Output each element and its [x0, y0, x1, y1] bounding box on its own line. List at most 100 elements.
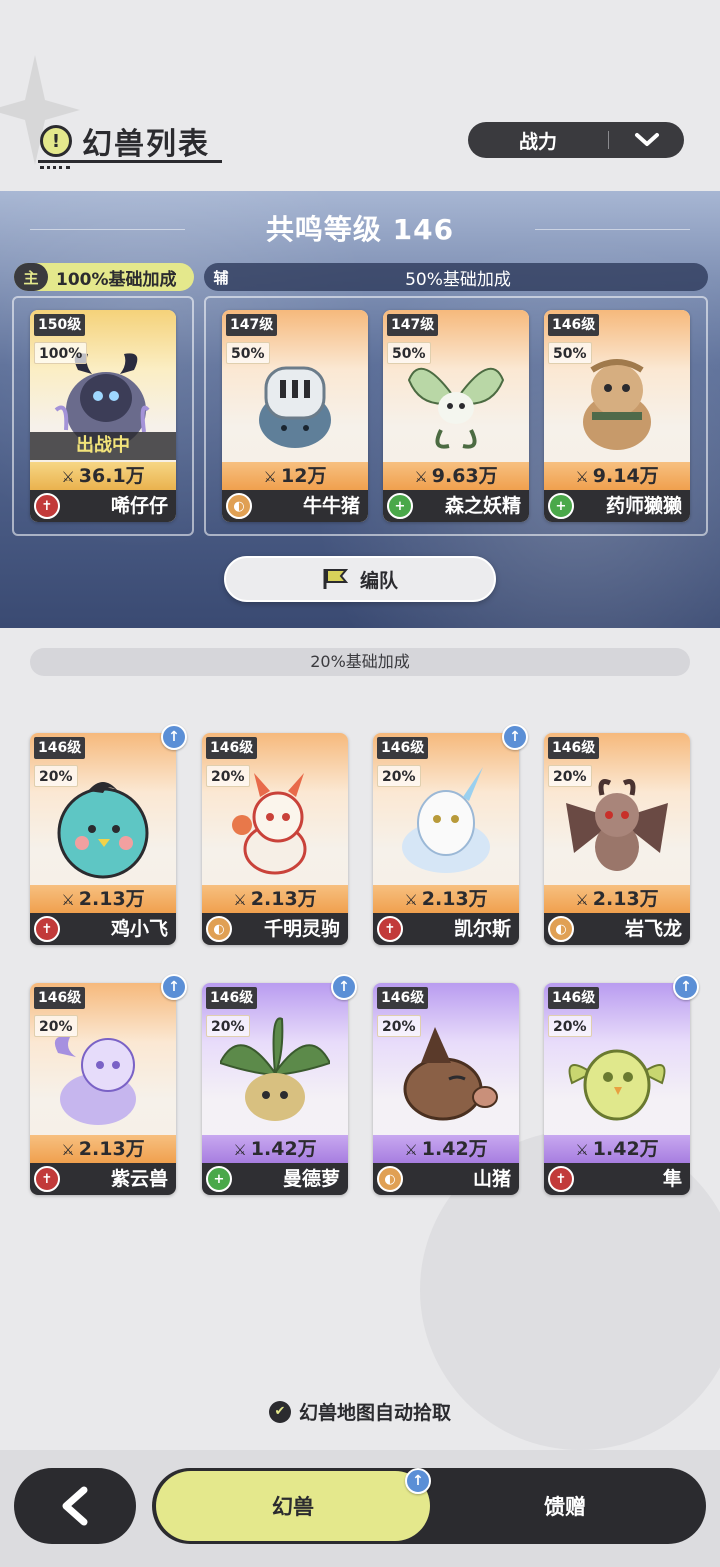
- power-value: ⚔ 2.13万: [373, 885, 519, 913]
- page-header: ! 幻兽列表: [40, 118, 210, 164]
- back-button[interactable]: [14, 1468, 136, 1544]
- attack-role-icon: ✝: [34, 916, 60, 942]
- formation-button[interactable]: 编队: [224, 556, 496, 602]
- beast-card-support[interactable]: 147级 50% ⚔ 12万 牛牛猪 ◐: [222, 310, 368, 522]
- sort-dropdown[interactable]: 战力: [468, 122, 684, 158]
- swords-icon: ⚔: [575, 468, 589, 486]
- swords-icon: ⚔: [404, 1141, 418, 1159]
- defense-role-icon: ◐: [206, 916, 232, 942]
- bonus-badge: 20%: [548, 765, 592, 787]
- swords-icon: ⚔: [61, 891, 75, 909]
- swords-icon: ⚔: [61, 468, 75, 486]
- formation-label: 编队: [359, 569, 398, 592]
- heal-role-icon: +: [387, 493, 413, 519]
- swords-icon: ⚔: [575, 891, 589, 909]
- beast-card-main[interactable]: 150级 100% 出战中 ⚔ 36.1万 唏仔仔 ✝: [30, 310, 176, 522]
- beast-card[interactable]: 146级 20% ⚔ 2.13万 千明灵驹 ◐: [202, 733, 348, 945]
- main-bonus-pill: 主 100%基础加成: [14, 263, 194, 291]
- bonus-badge: 20%: [206, 765, 250, 787]
- upgrade-arrow-icon[interactable]: ↑: [161, 724, 187, 750]
- tab-gifts[interactable]: 馈赠: [430, 1471, 700, 1541]
- bonus-badge: 100%: [34, 342, 88, 364]
- in-battle-label: 出战中: [30, 432, 176, 460]
- level-badge: 150级: [34, 314, 86, 336]
- support-tag: 辅: [213, 268, 229, 287]
- bonus-badge: 20%: [34, 765, 78, 787]
- bonus-badge: 20%: [206, 1015, 250, 1037]
- power-value: ⚔ 9.14万: [544, 462, 690, 490]
- main-tag: 主: [14, 263, 48, 291]
- bonus-badge: 50%: [548, 342, 592, 364]
- power-value: ⚔ 2.13万: [30, 1135, 176, 1163]
- level-badge: 146级: [206, 987, 258, 1009]
- beast-card[interactable]: 146级 20% ⚔ 2.13万 岩飞龙 ◐: [544, 733, 690, 945]
- upgrade-arrow-icon[interactable]: ↑: [161, 974, 187, 1000]
- support-bonus-text: 50%基础加成: [405, 269, 511, 290]
- attack-role-icon: ✝: [34, 1166, 60, 1192]
- upgrade-arrow-icon[interactable]: ↑: [673, 974, 699, 1000]
- heal-role-icon: +: [206, 1166, 232, 1192]
- beast-card-support[interactable]: 147级 50% ⚔ 9.63万 森之妖精 +: [383, 310, 529, 522]
- level-badge: 146级: [377, 987, 429, 1009]
- section-bonus-pill: 20%基础加成: [30, 648, 690, 676]
- power-value: ⚔ 2.13万: [30, 885, 176, 913]
- upgrade-arrow-icon[interactable]: ↑: [331, 974, 357, 1000]
- title-dots: [40, 166, 70, 169]
- bonus-badge: 50%: [226, 342, 270, 364]
- chevron-down-icon: [609, 132, 684, 148]
- power-value: ⚔ 1.42万: [202, 1135, 348, 1163]
- power-value: ⚔ 2.13万: [544, 885, 690, 913]
- power-value: ⚔ 36.1万: [30, 462, 176, 490]
- alert-circle-icon[interactable]: !: [40, 125, 72, 157]
- beast-card[interactable]: 146级 20% ⚔ 2.13万 紫云兽 ✝: [30, 983, 176, 1195]
- power-value: ⚔ 1.42万: [544, 1135, 690, 1163]
- level-badge: 146级: [548, 737, 600, 759]
- main-bonus-text: 100%基础加成: [56, 269, 177, 290]
- beast-card[interactable]: 146级 20% ⚔ 1.42万 山猪 ◐: [373, 983, 519, 1195]
- upgrade-arrow-icon: ↑: [405, 1468, 431, 1494]
- swords-icon: ⚔: [233, 1141, 247, 1159]
- power-value: ⚔ 9.63万: [383, 462, 529, 490]
- bonus-badge: 20%: [548, 1015, 592, 1037]
- beast-card[interactable]: 146级 20% ⚔ 1.42万 隼 ✝: [544, 983, 690, 1195]
- auto-pickup-label: 幻兽地图自动拾取: [298, 1402, 451, 1424]
- tab-beasts[interactable]: 幻兽: [156, 1471, 430, 1541]
- bonus-badge: 20%: [377, 1015, 421, 1037]
- beast-card[interactable]: 146级 20% ⚔ 2.13万 鸡小飞 ✝: [30, 733, 176, 945]
- defense-role-icon: ◐: [377, 1166, 403, 1192]
- swords-icon: ⚔: [404, 891, 418, 909]
- level-badge: 146级: [377, 737, 429, 759]
- title-underline: [38, 160, 222, 163]
- level-badge: 146级: [34, 737, 86, 759]
- swords-icon: ⚔: [575, 1141, 589, 1159]
- heal-role-icon: +: [548, 493, 574, 519]
- bonus-badge: 20%: [34, 1015, 78, 1037]
- attack-role-icon: ✝: [377, 916, 403, 942]
- checkmark-icon: ✔: [268, 1400, 291, 1423]
- attack-role-icon: ✝: [548, 1166, 574, 1192]
- bonus-badge: 50%: [387, 342, 431, 364]
- flag-icon: [323, 569, 349, 589]
- auto-pickup-toggle[interactable]: ✔ 幻兽地图自动拾取: [0, 1398, 720, 1425]
- level-badge: 146级: [548, 987, 600, 1009]
- beast-card[interactable]: 146级 20% ⚔ 2.13万 凯尔斯 ✝: [373, 733, 519, 945]
- page-title: 幻兽列表: [82, 127, 210, 162]
- bonus-badge: 20%: [377, 765, 421, 787]
- level-badge: 147级: [226, 314, 278, 336]
- level-badge: 146级: [206, 737, 258, 759]
- power-value: ⚔ 2.13万: [202, 885, 348, 913]
- support-bonus-pill: 辅 50%基础加成: [204, 263, 708, 291]
- swords-icon: ⚔: [414, 468, 428, 486]
- defense-role-icon: ◐: [226, 493, 252, 519]
- power-value: ⚔ 1.42万: [373, 1135, 519, 1163]
- level-badge: 146级: [548, 314, 600, 336]
- defense-role-icon: ◐: [548, 916, 574, 942]
- back-arrow-icon: [62, 1486, 88, 1526]
- level-badge: 146级: [34, 987, 86, 1009]
- beast-card[interactable]: 146级 20% ⚔ 1.42万 曼德萝 +: [202, 983, 348, 1195]
- swords-icon: ⚔: [233, 891, 247, 909]
- resonance-level: 共鸣等级 146: [265, 213, 455, 246]
- swords-icon: ⚔: [263, 468, 277, 486]
- upgrade-arrow-icon[interactable]: ↑: [502, 724, 528, 750]
- beast-card-support[interactable]: 146级 50% ⚔ 9.14万 药师獭獭 +: [544, 310, 690, 522]
